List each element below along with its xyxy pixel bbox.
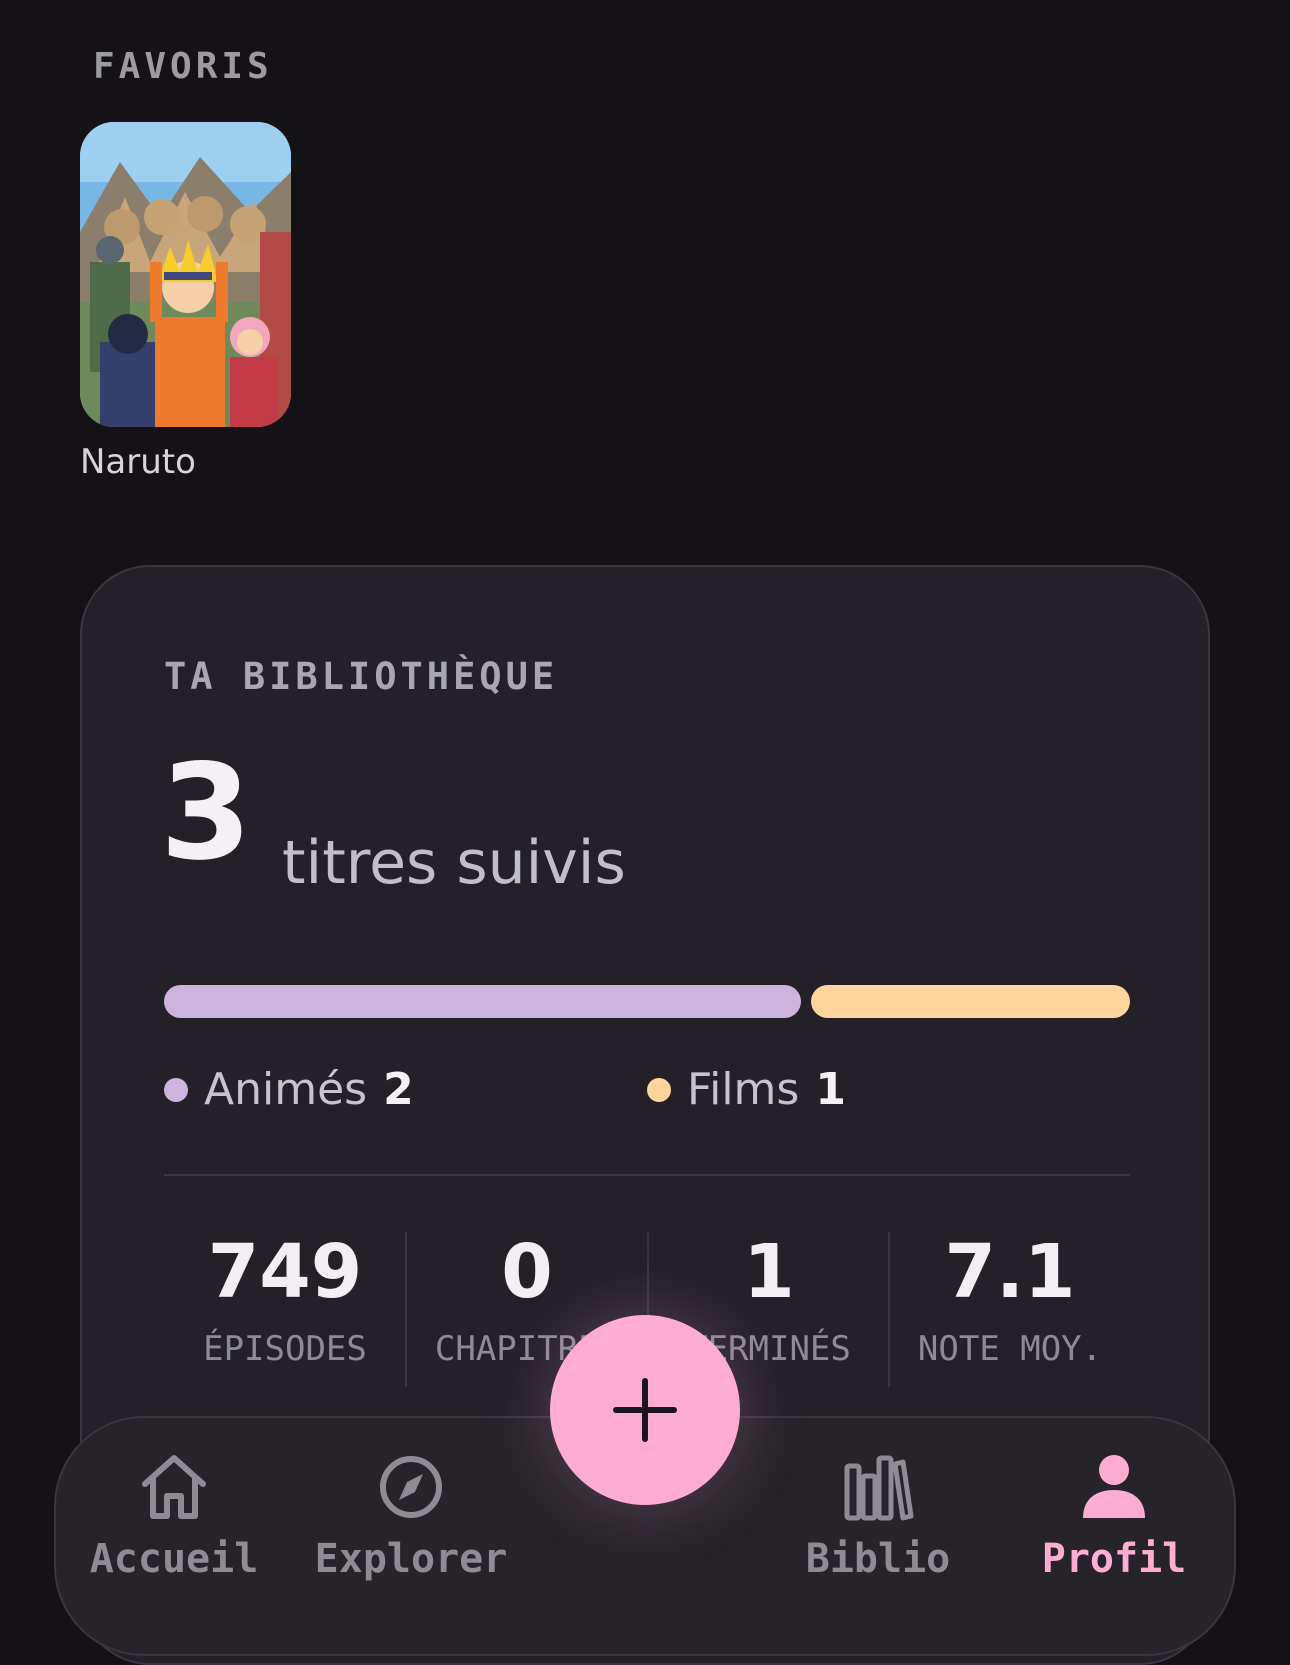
stats-divider [164,1174,1130,1176]
nav-label-library: Biblio [805,1536,951,1582]
stat-rating-label: NOTE MOY. [917,1329,1103,1370]
legend-films-label: Films [687,1064,800,1115]
compass-icon [380,1456,442,1518]
favorite-cover-naruto[interactable] [80,122,291,427]
films-dot-icon [647,1077,671,1102]
plus-icon [613,1378,677,1442]
stat-average-rating: 7.1 NOTE MOY. [889,1229,1131,1370]
legend-anime: Animés 2 [164,1064,414,1115]
nav-item-explore[interactable]: Explorer [293,1452,529,1582]
stat-completed-value: 1 [743,1229,795,1315]
library-heading: TA BIBLIOTHÈQUE [164,655,559,698]
stat-chapters-value: 0 [501,1229,553,1315]
legend-films: Films 1 [647,1064,846,1115]
stat-episodes-label: ÉPISODES [203,1329,367,1370]
add-button[interactable] [550,1315,740,1505]
legend-anime-label: Animés [204,1064,368,1115]
library-icon [844,1455,914,1521]
library-count-label: titres suivis [282,828,626,898]
legend-films-value: 1 [815,1064,846,1115]
legend-anime-value: 2 [383,1064,414,1115]
person-icon [1083,1455,1145,1518]
nav-label-home: Accueil [89,1536,259,1582]
nav-label-profile: Profil [1041,1536,1187,1582]
nav-label-explore: Explorer [314,1536,508,1582]
nav-item-profile[interactable]: Profil [996,1452,1232,1582]
library-count: 3 [160,736,252,890]
nav-item-home[interactable]: Accueil [56,1452,292,1582]
favorites-heading: FAVORIS [93,46,273,87]
favorite-title[interactable]: Naruto [80,442,196,482]
anime-dot-icon [164,1077,188,1102]
nav-item-library[interactable]: Biblio [760,1452,996,1582]
cover-artwork [80,122,291,427]
stat-episodes: 749 ÉPISODES [164,1229,406,1370]
stat-rating-value: 7.1 [944,1229,1076,1315]
home-icon [142,1455,206,1519]
films-share-bar [811,985,1130,1018]
stat-episodes-value: 749 [207,1229,363,1315]
anime-share-bar [164,985,801,1018]
